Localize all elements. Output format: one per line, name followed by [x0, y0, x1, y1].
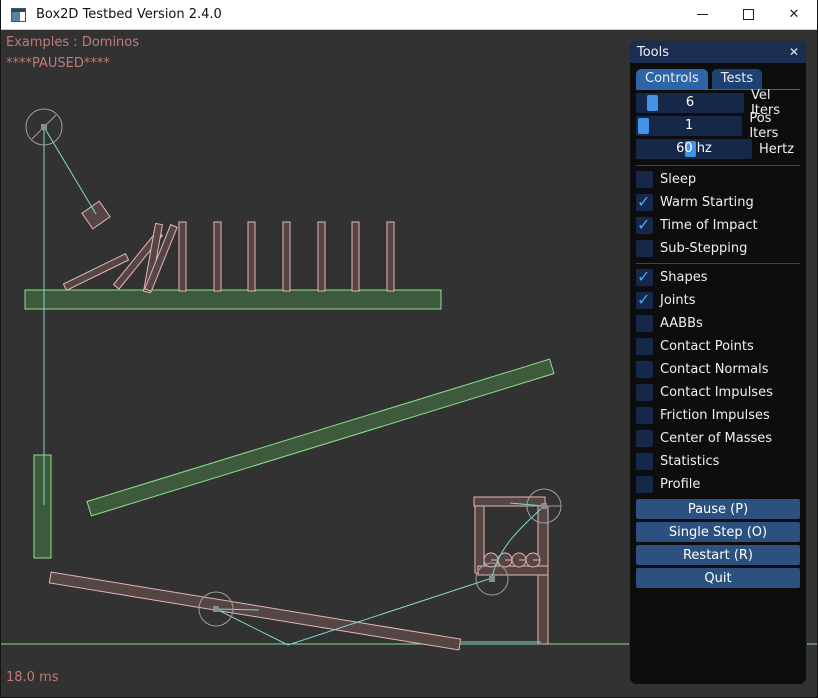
checkbox-box[interactable]	[636, 194, 653, 211]
checkbox-contact-impulses[interactable]: Contact Impulses	[636, 384, 800, 401]
tools-panel-title: Tools	[637, 45, 669, 60]
checkbox-box[interactable]	[636, 476, 653, 493]
cradle-left-post	[475, 506, 484, 573]
paused-label: ****PAUSED****	[6, 56, 110, 71]
domino	[318, 222, 325, 291]
app-icon	[11, 8, 26, 22]
button-restart[interactable]: Restart (R)	[636, 545, 800, 565]
joint-line	[44, 127, 96, 214]
checkbox-sleep[interactable]: Sleep	[636, 171, 800, 188]
domino	[248, 222, 255, 291]
tab-bar: Controls Tests	[636, 69, 800, 90]
pos-iters-slider-row: 1 Pos Iters	[636, 116, 800, 136]
frame-time-label: 18.0 ms	[6, 670, 59, 685]
checkbox-box[interactable]	[636, 384, 653, 401]
checkbox-aabbs[interactable]: AABBs	[636, 315, 800, 332]
checkbox-box[interactable]	[636, 338, 653, 355]
close-icon: ✕	[789, 8, 800, 21]
seesaw-plank	[49, 572, 460, 650]
checkbox-box[interactable]	[636, 240, 653, 257]
separator	[636, 263, 800, 264]
pendulum-box	[82, 201, 110, 229]
button-single-step[interactable]: Single Step (O)	[636, 522, 800, 542]
checkbox-warm-starting[interactable]: Warm Starting	[636, 194, 800, 211]
slider-value: 6	[636, 93, 744, 113]
checkbox-joints[interactable]: Joints	[636, 292, 800, 309]
pos-iters-slider[interactable]: 1	[636, 116, 742, 136]
checkbox-box[interactable]	[636, 292, 653, 309]
long-ramp	[87, 359, 554, 516]
checkbox-box[interactable]	[636, 217, 653, 234]
checkbox-box[interactable]	[636, 171, 653, 188]
minimize-button[interactable]	[679, 0, 725, 29]
slider-label: Pos Iters	[749, 111, 800, 141]
window-titlebar: Box2D Testbed Version 2.4.0 ✕	[1, 0, 817, 30]
checkbox-friction-impulses[interactable]: Friction Impulses	[636, 407, 800, 424]
domino	[214, 222, 221, 291]
hertz-slider-row: 60 hz Hertz	[636, 139, 800, 159]
slider-label: Hertz	[759, 142, 794, 157]
example-label: Examples : Dominos	[6, 35, 139, 50]
tab-controls[interactable]: Controls	[636, 69, 708, 89]
vertical-block	[34, 455, 51, 558]
maximize-button[interactable]	[725, 0, 771, 29]
panel-close-icon[interactable]: ✕	[789, 46, 799, 58]
checkbox-statistics[interactable]: Statistics	[636, 453, 800, 470]
checkbox-box[interactable]	[636, 430, 653, 447]
maximize-icon	[743, 9, 754, 20]
window-title: Box2D Testbed Version 2.4.0	[36, 7, 222, 22]
joint-anchor	[213, 606, 219, 612]
window-controls: ✕	[679, 0, 817, 29]
cradle-shelf	[478, 566, 548, 575]
slider-value: 60 hz	[636, 139, 752, 159]
button-quit[interactable]: Quit	[636, 568, 800, 588]
button-pause[interactable]: Pause (P)	[636, 499, 800, 519]
checkbox-sub-stepping[interactable]: Sub-Stepping	[636, 240, 800, 257]
joint-anchor	[541, 503, 547, 509]
domino	[283, 222, 290, 291]
checkbox-box[interactable]	[636, 407, 653, 424]
checkbox-contact-points[interactable]: Contact Points	[636, 338, 800, 355]
minimize-icon	[697, 14, 708, 15]
tools-panel: Tools ✕ Controls Tests 6 Vel Iters 1	[629, 40, 807, 685]
checkbox-box[interactable]	[636, 269, 653, 286]
vel-iters-slider[interactable]: 6	[636, 93, 744, 113]
tools-panel-body: Controls Tests 6 Vel Iters 1 Pos Iters	[630, 63, 806, 588]
domino	[179, 222, 186, 291]
app-window: Box2D Testbed Version 2.4.0 ✕	[0, 0, 818, 698]
checkbox-center-of-masses[interactable]: Center of Masses	[636, 430, 800, 447]
tab-tests[interactable]: Tests	[712, 69, 762, 89]
close-button[interactable]: ✕	[771, 0, 817, 29]
slider-value: 1	[636, 116, 742, 136]
tools-panel-titlebar[interactable]: Tools ✕	[630, 41, 806, 63]
joint-anchor	[41, 124, 47, 130]
checkbox-time-of-impact[interactable]: Time of Impact	[636, 217, 800, 234]
domino	[387, 222, 394, 291]
checkbox-box[interactable]	[636, 315, 653, 332]
separator	[636, 165, 800, 166]
checkbox-box[interactable]	[636, 361, 653, 378]
checkbox-contact-normals[interactable]: Contact Normals	[636, 361, 800, 378]
domino	[352, 222, 359, 291]
vel-iters-slider-row: 6 Vel Iters	[636, 93, 800, 113]
checkbox-box[interactable]	[636, 453, 653, 470]
domino-platform	[25, 290, 441, 309]
checkbox-profile[interactable]: Profile	[636, 476, 800, 493]
checkbox-shapes[interactable]: Shapes	[636, 269, 800, 286]
joint-anchor	[489, 576, 495, 582]
hertz-slider[interactable]: 60 hz	[636, 139, 752, 159]
